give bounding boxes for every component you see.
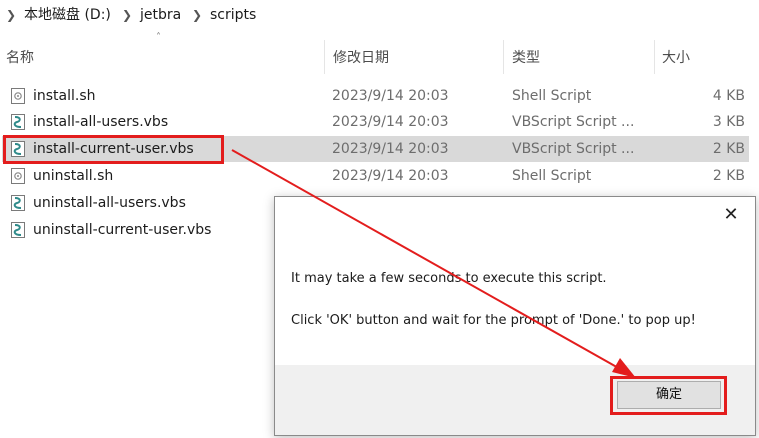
file-size: 2 KB	[712, 168, 745, 184]
file-name: uninstall-current-user.vbs	[33, 222, 212, 238]
breadcrumb-item-jetbra[interactable]: jetbra	[140, 0, 181, 30]
file-name: uninstall.sh	[33, 168, 114, 184]
file-type: VBScript Script ...	[512, 114, 635, 130]
file-size: 4 KB	[712, 88, 745, 104]
file-name: uninstall-all-users.vbs	[33, 195, 186, 211]
column-header-date[interactable]: 修改日期	[333, 38, 389, 76]
breadcrumb-item-scripts[interactable]: scripts	[210, 0, 256, 30]
column-divider[interactable]	[654, 40, 655, 74]
file-row[interactable]: uninstall.sh 2023/9/14 20:03 Shell Scrip…	[2, 163, 749, 189]
column-header-size[interactable]: 大小	[662, 38, 690, 76]
file-size: 2 KB	[712, 141, 745, 157]
column-divider[interactable]	[503, 40, 504, 74]
breadcrumb: ❯ 本地磁盘 (D:) ❯ jetbra ❯ scripts	[0, 0, 759, 30]
chevron-right-icon[interactable]: ❯	[122, 0, 132, 30]
vbscript-file-icon	[11, 114, 25, 130]
chevron-right-icon[interactable]: ❯	[6, 0, 16, 30]
file-size: 3 KB	[712, 114, 745, 130]
file-highlight-box	[3, 135, 224, 164]
column-header-name[interactable]: 名称	[6, 38, 34, 76]
shell-script-file-icon	[11, 168, 25, 184]
shell-script-file-icon	[11, 88, 25, 104]
file-date: 2023/9/14 20:03	[332, 114, 449, 130]
file-name: install.sh	[33, 88, 96, 104]
column-divider[interactable]	[324, 40, 325, 74]
file-type: Shell Script	[512, 88, 592, 104]
file-date: 2023/9/14 20:03	[332, 141, 449, 157]
file-date: 2023/9/14 20:03	[332, 168, 449, 184]
file-date: 2023/9/14 20:03	[332, 88, 449, 104]
file-name: install-all-users.vbs	[33, 114, 169, 130]
column-header-type[interactable]: 类型	[512, 38, 540, 76]
ok-button-highlight-box	[610, 376, 727, 415]
file-type: VBScript Script ...	[512, 141, 635, 157]
breadcrumb-item-drive[interactable]: 本地磁盘 (D:)	[24, 0, 111, 30]
chevron-right-icon[interactable]: ❯	[192, 0, 202, 30]
vbscript-file-icon	[11, 195, 25, 211]
vbscript-file-icon	[11, 222, 25, 238]
column-header-bar: 名称 修改日期 类型 大小	[0, 38, 759, 76]
close-icon[interactable]: ✕	[721, 205, 741, 225]
file-row[interactable]: install.sh 2023/9/14 20:03 Shell Script …	[2, 83, 749, 109]
file-row[interactable]: install-all-users.vbs 2023/9/14 20:03 VB…	[2, 109, 749, 135]
file-type: Shell Script	[512, 168, 592, 184]
dialog-message-line1: It may take a few seconds to execute thi…	[291, 271, 607, 286]
dialog-message-line2: Click 'OK' button and wait for the promp…	[291, 313, 696, 328]
sort-ascending-icon: ˄	[156, 32, 161, 43]
